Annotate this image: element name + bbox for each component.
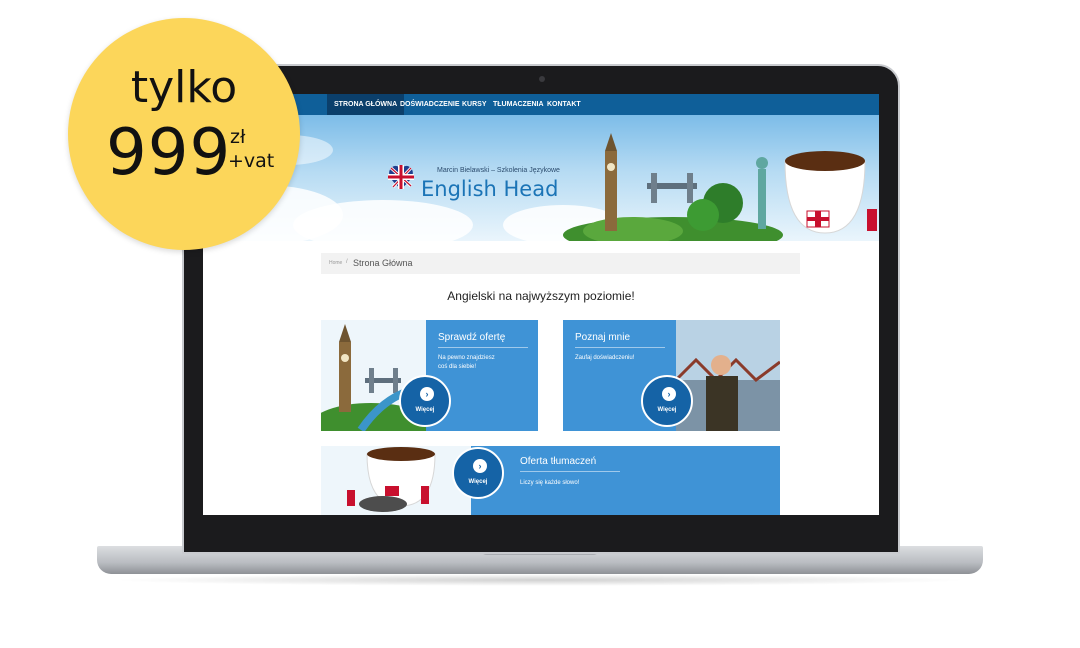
main-nav: Strona Główna Doświadczenie Kursy Tłumac… xyxy=(203,94,879,115)
hero-subtitle: Marcin Bielawski – Szkolenia Językowe xyxy=(437,167,560,174)
breadcrumb: Home / Strona Główna xyxy=(321,253,800,274)
card-about-title: Poznaj mnie xyxy=(575,332,631,343)
camera-icon xyxy=(539,76,545,82)
breadcrumb-current: Strona Główna xyxy=(353,258,413,268)
landmarks-illustration xyxy=(563,133,877,241)
card-translations-divider xyxy=(520,471,620,472)
laptop-shadow xyxy=(110,574,970,586)
arrow-right-circle-icon: › xyxy=(662,387,676,401)
card-offer-divider xyxy=(438,347,528,348)
card-about-divider xyxy=(575,347,665,348)
page-headline: Angielski na najwyższym poziomie! xyxy=(447,289,635,303)
card-translations-title: Oferta tłumaczeń xyxy=(520,456,597,467)
uk-flag-heart-icon xyxy=(388,165,414,189)
card-about-more-button[interactable]: › Więcej xyxy=(641,375,693,427)
card-translations-more-button[interactable]: › Więcej xyxy=(452,447,504,499)
card-offer-more-button[interactable]: › Więcej xyxy=(399,375,451,427)
card-about-photo xyxy=(676,320,780,431)
badge-vat: +vat xyxy=(228,150,275,172)
card-offer-title: Sprawdź ofertę xyxy=(438,332,506,343)
nav-item-contact[interactable]: Kontakt xyxy=(540,94,588,115)
card-translations-image xyxy=(321,446,471,515)
badge-word: tylko xyxy=(130,62,238,113)
card-offer-text: Na pewno znajdziesz coś dla siebie! xyxy=(438,355,495,370)
hero-banner: Marcin Bielawski – Szkolenia Językowe En… xyxy=(203,115,879,241)
badge-currency: zł xyxy=(230,126,246,148)
arrow-right-circle-icon: › xyxy=(420,387,434,401)
website-screen: Strona Główna Doświadczenie Kursy Tłumac… xyxy=(203,94,879,515)
breadcrumb-separator: / xyxy=(346,259,348,265)
card-translations-text: Liczy się każde słowo! xyxy=(520,480,580,486)
breadcrumb-home-link[interactable]: Home xyxy=(329,260,342,266)
hero-title[interactable]: English Head xyxy=(421,177,558,201)
card-about[interactable]: Poznaj mnie Zaufaj doświadczeniu! › Więc… xyxy=(563,320,780,431)
card-about-text: Zaufaj doświadczeniu! xyxy=(575,355,635,361)
card-offer[interactable]: Sprawdź ofertę Na pewno znajdziesz coś d… xyxy=(321,320,538,431)
price-badge: tylko 999 zł +vat xyxy=(68,18,300,250)
card-translations[interactable]: Oferta tłumaczeń Liczy się każde słowo! … xyxy=(321,446,780,515)
badge-price: 999 xyxy=(106,116,232,190)
arrow-right-circle-icon: › xyxy=(473,459,487,473)
